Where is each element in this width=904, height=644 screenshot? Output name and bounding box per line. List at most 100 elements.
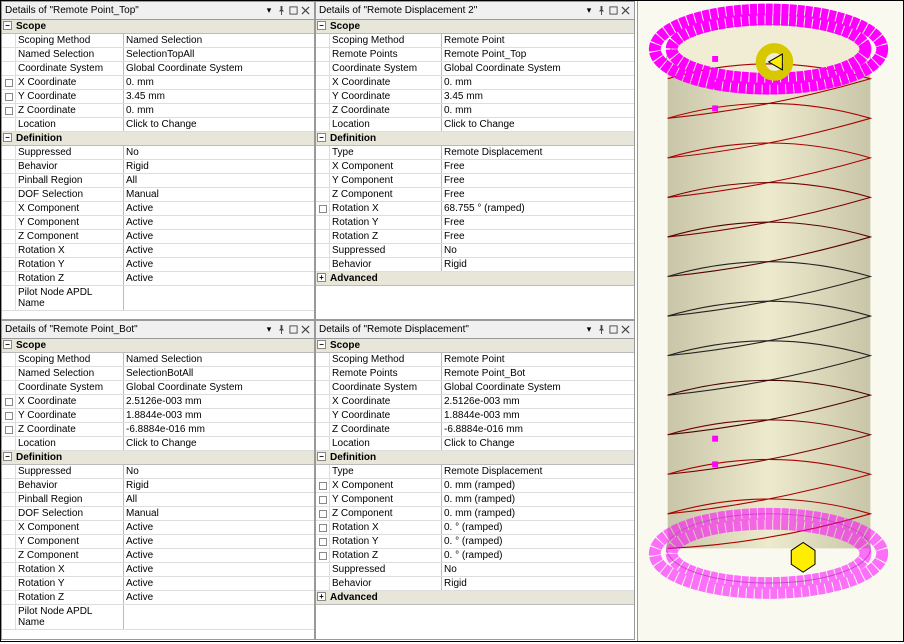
collapse-icon[interactable]: − — [3, 21, 12, 30]
property-value[interactable]: 3.45 mm — [442, 90, 634, 103]
checkbox[interactable] — [319, 496, 327, 504]
property-value[interactable]: SelectionTopAll — [124, 48, 314, 61]
property-value[interactable]: Named Selection — [124, 353, 314, 366]
checkbox[interactable] — [319, 482, 327, 490]
property-value[interactable]: 1.8844e-003 mm — [442, 409, 634, 422]
checkbox[interactable] — [5, 412, 13, 420]
checkbox[interactable] — [319, 538, 327, 546]
property-value[interactable]: Active — [124, 549, 314, 562]
property-value[interactable]: 68.755 ° (ramped) — [442, 202, 634, 215]
group-header[interactable]: +Advanced — [316, 591, 634, 605]
group-header[interactable]: −Scope — [316, 20, 634, 34]
property-value[interactable]: Active — [124, 272, 314, 285]
collapse-icon[interactable]: + — [317, 273, 326, 282]
property-value[interactable]: Remote Point_Bot — [442, 367, 634, 380]
property-value[interactable]: 0. ° (ramped) — [442, 549, 634, 562]
property-value[interactable]: Click to Change — [442, 118, 634, 131]
property-value[interactable]: All — [124, 493, 314, 506]
property-value[interactable]: No — [442, 563, 634, 576]
title-bar[interactable]: Details of "Remote Displacement" ▾ — [316, 321, 634, 339]
dropdown-icon[interactable]: ▾ — [583, 5, 595, 17]
property-value[interactable] — [124, 286, 314, 310]
property-value[interactable]: 0. mm (ramped) — [442, 507, 634, 520]
collapse-icon[interactable]: + — [317, 592, 326, 601]
pin-icon[interactable] — [275, 324, 287, 336]
property-value[interactable]: Manual — [124, 188, 314, 201]
property-value[interactable]: Active — [124, 202, 314, 215]
property-value[interactable]: Active — [124, 535, 314, 548]
property-value[interactable]: Click to Change — [124, 118, 314, 131]
property-value[interactable]: 0. mm (ramped) — [442, 479, 634, 492]
property-value[interactable]: No — [124, 465, 314, 478]
group-header[interactable]: −Definition — [2, 451, 314, 465]
property-value[interactable]: Active — [124, 591, 314, 604]
collapse-icon[interactable]: − — [3, 133, 12, 142]
collapse-icon[interactable]: − — [317, 21, 326, 30]
dropdown-icon[interactable]: ▾ — [263, 324, 275, 336]
property-value[interactable]: Click to Change — [442, 437, 634, 450]
property-value[interactable]: 0. mm — [442, 76, 634, 89]
property-value[interactable]: 0. mm (ramped) — [442, 493, 634, 506]
pin-icon[interactable] — [595, 5, 607, 17]
collapse-icon[interactable]: − — [3, 340, 12, 349]
title-bar[interactable]: Details of "Remote Displacement 2" ▾ — [316, 2, 634, 20]
property-value[interactable]: Free — [442, 160, 634, 173]
group-header[interactable]: −Definition — [2, 132, 314, 146]
property-value[interactable]: -6.8884e-016 mm — [124, 423, 314, 436]
group-header[interactable]: −Definition — [316, 451, 634, 465]
property-value[interactable]: 2.5126e-003 mm — [442, 395, 634, 408]
property-value[interactable]: Rigid — [442, 577, 634, 590]
pin-icon[interactable] — [595, 324, 607, 336]
checkbox[interactable] — [319, 205, 327, 213]
property-value[interactable]: Named Selection — [124, 34, 314, 47]
title-bar[interactable]: Details of "Remote Point_Top" ▾ — [2, 2, 314, 20]
property-value[interactable]: Remote Displacement — [442, 146, 634, 159]
property-value[interactable]: Active — [124, 230, 314, 243]
property-value[interactable]: Active — [124, 258, 314, 271]
checkbox[interactable] — [319, 524, 327, 532]
dropdown-icon[interactable]: ▾ — [263, 5, 275, 17]
property-value[interactable]: 3.45 mm — [124, 90, 314, 103]
property-value[interactable]: 0. ° (ramped) — [442, 521, 634, 534]
property-value[interactable]: Global Coordinate System — [442, 62, 634, 75]
checkbox[interactable] — [5, 398, 13, 406]
checkbox[interactable] — [5, 426, 13, 434]
property-value[interactable]: 1.8844e-003 mm — [124, 409, 314, 422]
property-value[interactable]: Active — [124, 216, 314, 229]
collapse-icon[interactable]: − — [317, 452, 326, 461]
close-icon[interactable] — [299, 324, 311, 336]
property-value[interactable]: Manual — [124, 507, 314, 520]
property-value[interactable]: 0. mm — [124, 104, 314, 117]
window-icon[interactable] — [607, 5, 619, 17]
property-value[interactable]: Rigid — [442, 258, 634, 271]
property-value[interactable]: No — [124, 146, 314, 159]
checkbox[interactable] — [319, 510, 327, 518]
property-value[interactable]: Remote Displacement — [442, 465, 634, 478]
property-value[interactable]: Remote Point — [442, 353, 634, 366]
property-value[interactable]: 0. ° (ramped) — [442, 535, 634, 548]
property-value[interactable]: Active — [124, 521, 314, 534]
property-value[interactable]: Active — [124, 577, 314, 590]
property-value[interactable]: Remote Point — [442, 34, 634, 47]
collapse-icon[interactable]: − — [317, 340, 326, 349]
property-value[interactable]: SelectionBotAll — [124, 367, 314, 380]
property-value[interactable]: No — [442, 244, 634, 257]
checkbox[interactable] — [5, 93, 13, 101]
property-value[interactable]: Free — [442, 230, 634, 243]
checkbox[interactable] — [5, 107, 13, 115]
property-value[interactable]: All — [124, 174, 314, 187]
close-icon[interactable] — [619, 5, 631, 17]
property-value[interactable]: Global Coordinate System — [124, 381, 314, 394]
collapse-icon[interactable]: − — [3, 452, 12, 461]
group-header[interactable]: +Advanced — [316, 272, 634, 286]
property-value[interactable]: Remote Point_Top — [442, 48, 634, 61]
window-icon[interactable] — [607, 324, 619, 336]
group-header[interactable]: −Scope — [316, 339, 634, 353]
property-value[interactable]: 0. mm — [442, 104, 634, 117]
property-value[interactable]: -6.8884e-016 mm — [442, 423, 634, 436]
checkbox[interactable] — [5, 79, 13, 87]
model-viewer[interactable] — [637, 1, 903, 641]
window-icon[interactable] — [287, 5, 299, 17]
dropdown-icon[interactable]: ▾ — [583, 324, 595, 336]
property-value[interactable] — [124, 605, 314, 629]
